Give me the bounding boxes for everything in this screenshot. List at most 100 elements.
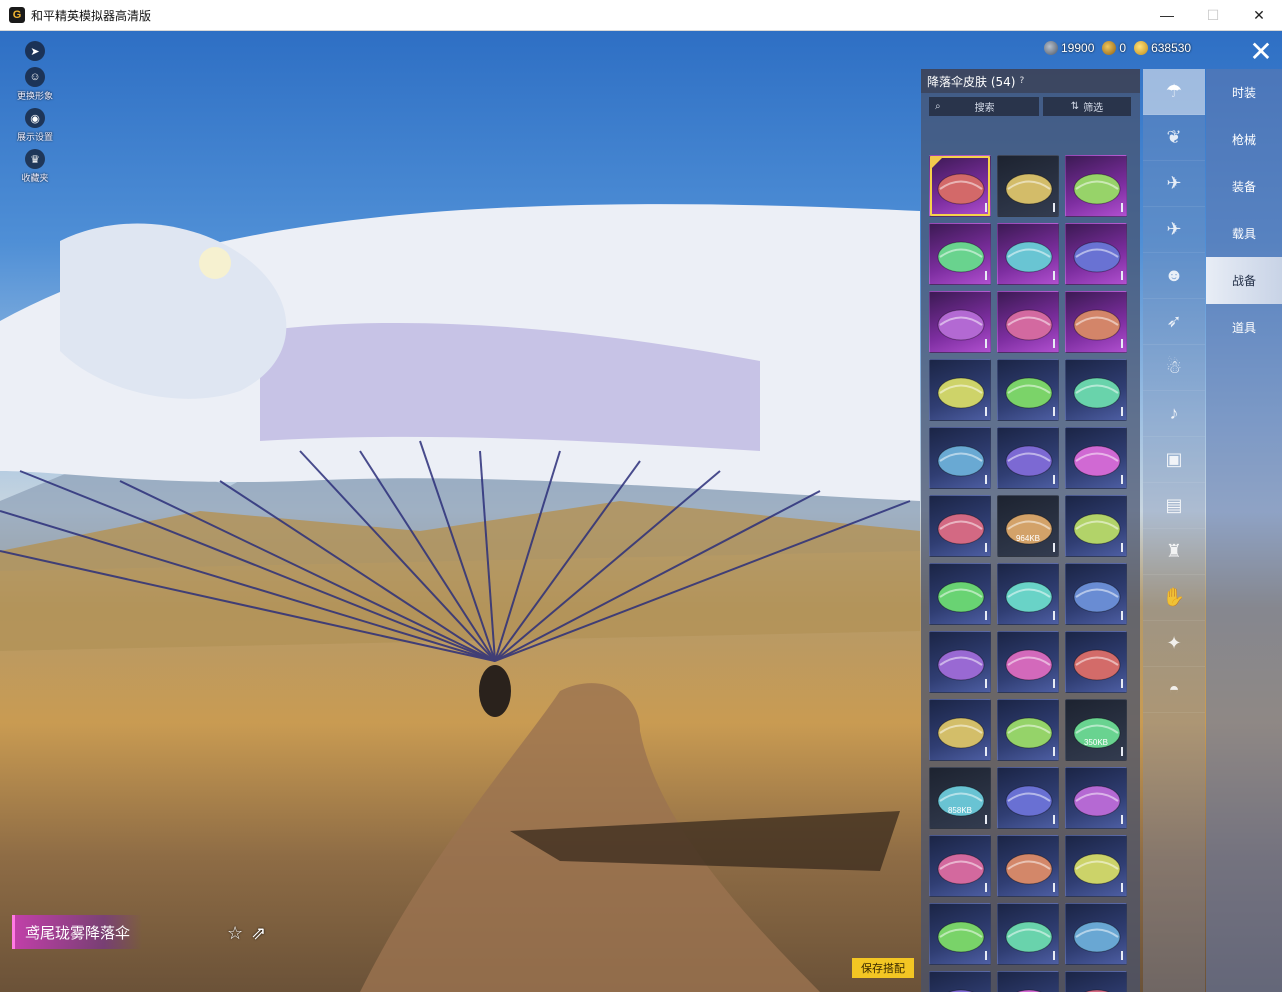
search-input[interactable]: ⌕ 搜索 bbox=[929, 97, 1039, 116]
parachute-skin-item[interactable] bbox=[1065, 835, 1127, 897]
minimize-button[interactable]: — bbox=[1144, 0, 1190, 30]
parachute-skin-item[interactable] bbox=[929, 971, 991, 992]
gallery-icon[interactable]: ▤ bbox=[1143, 483, 1205, 529]
parachute-skin-item[interactable] bbox=[929, 631, 991, 693]
item-level-bar bbox=[985, 271, 987, 280]
expand-tool[interactable]: ➤ bbox=[10, 41, 60, 61]
parachute-thumbnail-icon bbox=[1005, 309, 1053, 341]
parachute-thumbnail-icon bbox=[1073, 173, 1121, 205]
item-level-bar bbox=[985, 203, 987, 212]
parachute-skin-item[interactable] bbox=[997, 427, 1059, 489]
parachute-skin-item[interactable] bbox=[929, 699, 991, 761]
parachute-skin-item[interactable] bbox=[929, 291, 991, 353]
arrow-right-icon[interactable]: ➤ bbox=[25, 41, 45, 61]
parachute-skin-item[interactable] bbox=[997, 699, 1059, 761]
category-tab[interactable]: 时装 bbox=[1206, 69, 1282, 116]
category-tab[interactable]: 枪械 bbox=[1206, 116, 1282, 163]
parachute-skin-item[interactable] bbox=[997, 971, 1059, 992]
parachute-skin-item[interactable] bbox=[1065, 767, 1127, 829]
item-level-bar bbox=[1121, 815, 1123, 824]
app-logo-icon: G bbox=[9, 7, 25, 23]
plane-icon[interactable]: ✈ bbox=[1143, 207, 1205, 253]
parachute-skin-item[interactable] bbox=[1065, 563, 1127, 625]
parachute-skin-item[interactable]: 964KB bbox=[997, 495, 1059, 557]
change-avatar-tool[interactable]: ☺ 更换形象 bbox=[10, 67, 60, 102]
item-level-bar bbox=[1121, 543, 1123, 552]
parachute-skin-item[interactable] bbox=[1065, 903, 1127, 965]
badge-icon[interactable]: ▣ bbox=[1143, 437, 1205, 483]
maximize-button[interactable]: ☐ bbox=[1190, 0, 1236, 30]
parachute-skin-item[interactable] bbox=[1065, 155, 1127, 217]
help-icon[interactable]: ? bbox=[1019, 76, 1024, 86]
jet-icon[interactable]: ➶ bbox=[1143, 299, 1205, 345]
parachute-skin-item[interactable] bbox=[997, 835, 1059, 897]
parachute-skin-item[interactable]: 350KB bbox=[1065, 699, 1127, 761]
parachute-skin-item[interactable] bbox=[1065, 971, 1127, 992]
item-actions: ☆ ⇗ bbox=[227, 923, 266, 944]
magic-wand-icon[interactable]: ✦ bbox=[1143, 621, 1205, 667]
parachute-thumbnail-icon bbox=[1084, 989, 1110, 992]
item-level-bar bbox=[985, 951, 987, 960]
parachute-skin-item[interactable]: 858KB bbox=[929, 767, 991, 829]
parachute-skin-item[interactable] bbox=[997, 155, 1059, 217]
parachute-skin-item[interactable] bbox=[929, 563, 991, 625]
category-tab[interactable]: 战备 bbox=[1206, 257, 1282, 304]
parachute-skin-item[interactable] bbox=[997, 903, 1059, 965]
parachute-skin-item[interactable] bbox=[929, 223, 991, 285]
parachute-skin-item[interactable] bbox=[997, 563, 1059, 625]
sound-icon[interactable]: ♪ bbox=[1143, 391, 1205, 437]
parachute-skin-item[interactable] bbox=[1065, 291, 1127, 353]
parachute-thumbnail-icon bbox=[1073, 241, 1121, 273]
parachute-skin-item[interactable] bbox=[929, 155, 991, 217]
silver-coin-icon bbox=[1044, 41, 1058, 55]
share-icon[interactable]: ⇗ bbox=[251, 923, 266, 944]
parachute-skin-item[interactable] bbox=[929, 427, 991, 489]
parachute-thumbnail-icon bbox=[937, 785, 985, 817]
collection-tool[interactable]: ♛ 收藏夹 bbox=[10, 149, 60, 184]
save-outfit-button[interactable]: 保存搭配 bbox=[852, 958, 914, 978]
subcategory-icon-column: ☂ ❦ ✈ ✈ ☻ ➶ ☃ ♪ ▣ ▤ ♜ ✋ ✦ ◓ bbox=[1143, 69, 1205, 992]
parachute-skin-item[interactable] bbox=[1065, 631, 1127, 693]
gold-coupon-icon bbox=[1102, 41, 1117, 55]
parachute-thumbnail-icon bbox=[1073, 921, 1121, 953]
item-level-bar bbox=[1121, 679, 1123, 688]
parachute-skin-item[interactable] bbox=[1065, 427, 1127, 489]
eye-icon[interactable]: ◉ bbox=[25, 108, 45, 128]
parachute-skin-item[interactable] bbox=[997, 291, 1059, 353]
favorite-star-icon[interactable]: ☆ bbox=[227, 923, 243, 944]
avatar-icon[interactable]: ☺ bbox=[25, 67, 45, 87]
parachute-skin-item[interactable] bbox=[997, 359, 1059, 421]
currency-bar: 19900 0 638530 bbox=[1044, 41, 1191, 55]
parachute-icon[interactable]: ☂ bbox=[1143, 69, 1205, 115]
close-window-button[interactable]: ✕ bbox=[1236, 0, 1282, 30]
parachute-skin-item[interactable] bbox=[929, 359, 991, 421]
window-controls: — ☐ ✕ bbox=[1144, 0, 1282, 30]
parachute-skin-item[interactable] bbox=[929, 903, 991, 965]
category-tab[interactable]: 装备 bbox=[1206, 163, 1282, 210]
parachute-skin-item[interactable] bbox=[997, 767, 1059, 829]
parachute-thumbnail-icon bbox=[1073, 717, 1121, 749]
wings-icon[interactable]: ❦ bbox=[1143, 115, 1205, 161]
category-tab[interactable]: 道具 bbox=[1206, 304, 1282, 351]
companion-icon[interactable]: ☃ bbox=[1143, 345, 1205, 391]
parachute-skin-item[interactable] bbox=[929, 835, 991, 897]
emote-icon[interactable]: ☻ bbox=[1143, 253, 1205, 299]
parachute-skin-item[interactable] bbox=[997, 223, 1059, 285]
close-icon[interactable]: ✕ bbox=[1244, 37, 1278, 67]
filter-button[interactable]: ⇅ 筛选 bbox=[1043, 97, 1131, 116]
parachute-skin-item[interactable] bbox=[1065, 359, 1127, 421]
collection-icon[interactable]: ♛ bbox=[25, 149, 45, 169]
item-level-bar bbox=[1121, 951, 1123, 960]
parachute-skin-item[interactable] bbox=[929, 495, 991, 557]
parachute-skin-item[interactable] bbox=[1065, 495, 1127, 557]
extinguisher-icon[interactable]: ♜ bbox=[1143, 529, 1205, 575]
parachute-thumbnail-icon bbox=[1073, 853, 1121, 885]
landing-icon[interactable]: ◓ bbox=[1143, 667, 1205, 713]
item-level-bar bbox=[1053, 407, 1055, 416]
display-settings-tool[interactable]: ◉ 展示设置 bbox=[10, 108, 60, 143]
parachute-skin-item[interactable] bbox=[997, 631, 1059, 693]
parachute-skin-item[interactable] bbox=[1065, 223, 1127, 285]
drone-icon[interactable]: ✈ bbox=[1143, 161, 1205, 207]
category-tab[interactable]: 载具 bbox=[1206, 210, 1282, 257]
hand-icon[interactable]: ✋ bbox=[1143, 575, 1205, 621]
